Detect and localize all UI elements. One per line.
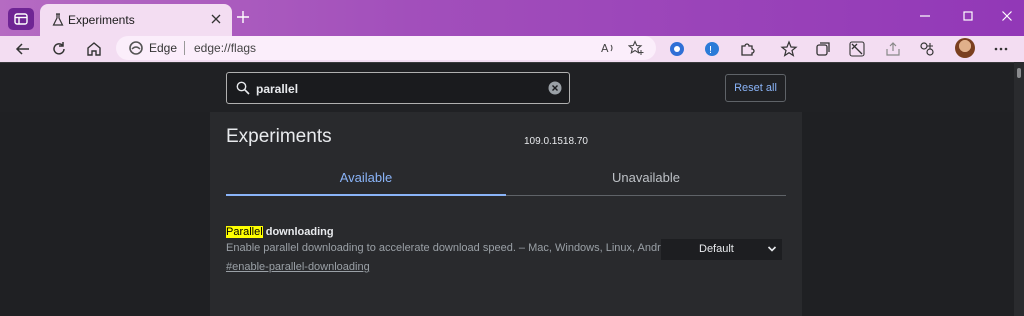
extension-icon[interactable] <box>738 40 756 58</box>
flag-permalink[interactable]: #enable-parallel-downloading <box>226 261 370 273</box>
search-icon <box>236 81 250 95</box>
chevron-down-icon <box>767 246 777 252</box>
workspaces-icon <box>14 13 28 25</box>
tab-experiments[interactable]: Experiments <box>40 4 232 36</box>
address-bar[interactable]: Edge edge://flags A <box>116 36 656 60</box>
favorites-icon[interactable] <box>780 40 798 58</box>
search-match-highlight: Parallel <box>226 226 263 238</box>
scrollbar-thumb[interactable] <box>1017 68 1021 78</box>
back-icon[interactable] <box>14 40 32 58</box>
close-window-icon[interactable] <box>1001 10 1013 22</box>
home-icon[interactable] <box>85 40 103 58</box>
clear-icon[interactable] <box>548 81 562 95</box>
collections-icon[interactable] <box>814 40 832 58</box>
maximize-icon[interactable] <box>962 10 974 22</box>
workspaces-button[interactable] <box>8 8 34 30</box>
tab-available[interactable]: Available <box>226 160 506 196</box>
title-bar: Experiments <box>0 0 1024 36</box>
search-value[interactable]: parallel <box>256 82 298 96</box>
experiments-panel: Experiments 109.0.1518.70 Available Unav… <box>210 112 802 316</box>
site-label: Edge <box>149 41 178 55</box>
page-title: Experiments <box>226 126 332 147</box>
flag-state-dropdown[interactable]: Default <box>661 239 782 260</box>
tracking-prevention-icon[interactable]: ! <box>703 40 721 58</box>
minimize-icon[interactable] <box>919 10 931 22</box>
avatar[interactable] <box>955 38 975 58</box>
more-icon[interactable] <box>992 40 1010 58</box>
svg-text:!: ! <box>709 45 713 56</box>
flags-search-bar: parallel Reset all <box>0 62 1024 112</box>
flag-title-rest: downloading <box>262 226 334 238</box>
browser-toolbar: Edge edge://flags A ! <box>0 36 1024 62</box>
tab-unavailable[interactable]: Unavailable <box>506 160 786 196</box>
search-input[interactable]: parallel <box>226 72 570 104</box>
flask-icon <box>52 13 64 26</box>
read-aloud-icon[interactable]: A <box>600 40 616 56</box>
edge-logo-icon <box>129 41 143 55</box>
omnibox-divider <box>184 41 185 55</box>
scrollbar[interactable] <box>1014 62 1024 316</box>
plus-icon[interactable] <box>236 10 250 24</box>
math-solver-icon[interactable] <box>848 40 866 58</box>
svg-text:A: A <box>601 42 609 55</box>
flag-title: Parallel downloading <box>226 226 334 238</box>
url-text[interactable]: edge://flags <box>194 41 256 55</box>
close-icon[interactable] <box>210 13 222 25</box>
browser-essentials-icon[interactable] <box>668 40 686 58</box>
refresh-icon[interactable] <box>50 40 68 58</box>
flag-selected-option: Default <box>699 243 734 255</box>
version-label: 109.0.1518.70 <box>524 136 588 147</box>
tab-title: Experiments <box>68 13 135 27</box>
reset-all-button[interactable]: Reset all <box>725 74 786 102</box>
share-icon[interactable] <box>884 40 902 58</box>
add-favorite-icon[interactable] <box>628 40 644 56</box>
copilot-icon[interactable] <box>918 40 936 58</box>
flag-description: Enable parallel downloading to accelerat… <box>226 242 676 254</box>
